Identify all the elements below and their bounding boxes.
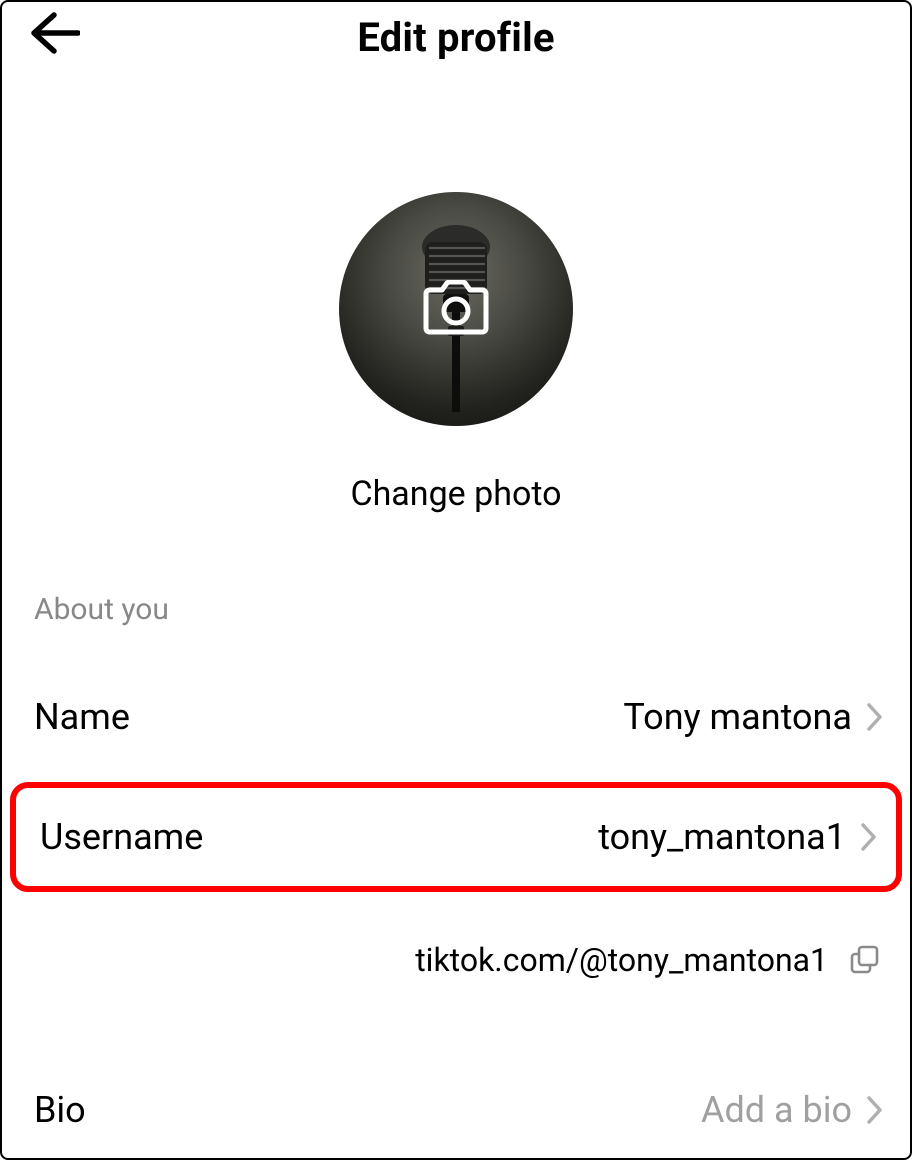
arrow-left-icon: [28, 11, 80, 55]
name-value-wrap: Tony mantona: [623, 696, 886, 738]
name-label: Name: [34, 696, 130, 738]
bio-placeholder: Add a bio: [701, 1089, 852, 1131]
avatar-section: Change photo: [2, 192, 910, 514]
row-bio[interactable]: Bio Add a bio: [2, 1060, 910, 1160]
copy-button[interactable]: [846, 942, 882, 978]
row-name[interactable]: Name Tony mantona: [2, 667, 910, 767]
chevron-right-icon: [864, 700, 886, 734]
username-label: Username: [40, 816, 203, 858]
back-button[interactable]: [24, 8, 84, 58]
section-about-you: About you: [2, 592, 910, 627]
rows-container: Name Tony mantona Username tony_mantona1…: [2, 667, 910, 1160]
row-username[interactable]: Username tony_mantona1: [10, 782, 902, 892]
bio-label: Bio: [34, 1089, 86, 1131]
profile-avatar[interactable]: [339, 192, 573, 426]
page-title: Edit profile: [357, 14, 554, 61]
bio-value-wrap: Add a bio: [701, 1089, 886, 1131]
username-value-wrap: tony_mantona1: [598, 816, 880, 858]
change-photo-button[interactable]: Change photo: [350, 474, 561, 514]
chevron-right-icon: [864, 1093, 886, 1127]
name-value: Tony mantona: [623, 696, 852, 738]
username-value: tony_mantona1: [598, 816, 846, 858]
copy-icon: [848, 944, 880, 976]
edit-profile-screen: Edit profile: [0, 0, 912, 1160]
chevron-right-icon: [858, 820, 880, 854]
camera-icon: [420, 280, 492, 338]
header: Edit profile: [2, 2, 910, 72]
profile-url: tiktok.com/@tony_mantona1: [415, 941, 828, 979]
profile-url-row: tiktok.com/@tony_mantona1: [2, 920, 910, 1000]
